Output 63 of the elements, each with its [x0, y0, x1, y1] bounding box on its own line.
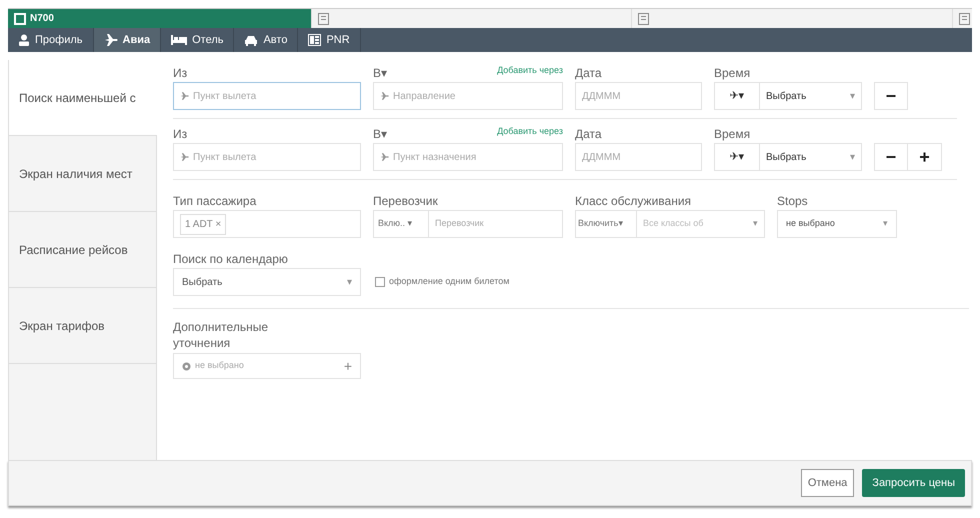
nav-tab[interactable]: Авто — [234, 28, 298, 52]
badge-icon — [14, 12, 26, 24]
sidebar-item[interactable]: Экран наличия мест — [9, 136, 157, 212]
field-label: В▾ — [373, 65, 388, 82]
mode-dropdown[interactable]: ✈▾ — [714, 143, 760, 171]
window-tab[interactable]: N700 — [8, 9, 311, 28]
plane-icon — [180, 92, 189, 100]
field-label: Поиск по календарю — [173, 251, 289, 268]
cancel-button[interactable]: Отмена — [800, 469, 854, 497]
field-label: Stops — [777, 193, 809, 210]
time-dropdown[interactable]: Выбрать ▾ — [760, 143, 862, 171]
plane-icon — [104, 34, 118, 46]
gear-icon — [182, 362, 191, 370]
caret-icon: ▾ — [850, 150, 855, 164]
input-field[interactable]: 1 ADT × — [173, 210, 361, 238]
request-button[interactable]: Запросить цены — [862, 469, 965, 497]
document-icon — [318, 12, 329, 24]
time-dropdown[interactable]: Выбрать ▾ — [760, 82, 862, 110]
checkbox-label: оформление одним билетом — [389, 275, 510, 288]
plane-icon — [380, 92, 389, 100]
user-icon — [18, 34, 30, 46]
nav-tab[interactable]: Авиа — [94, 28, 162, 52]
add-button[interactable]: + — [908, 143, 942, 171]
document-icon — [638, 12, 650, 24]
caret-icon: ▾ — [753, 217, 758, 231]
nav-tab[interactable]: Отель — [161, 28, 234, 52]
field-label: Тип пассажира — [173, 193, 258, 210]
window-tab[interactable] — [952, 9, 972, 28]
field-label: Из — [173, 126, 188, 143]
mode-dropdown[interactable]: ✈▾ — [714, 82, 760, 110]
checkbox[interactable] — [375, 277, 385, 287]
add-via-link[interactable]: Добавить через — [497, 125, 563, 143]
field-label: В▾ — [373, 126, 388, 143]
add-via-link[interactable]: Добавить через — [497, 64, 563, 82]
plane-icon — [380, 153, 389, 161]
document-icon — [308, 34, 322, 46]
calendar-dropdown[interactable]: Выбрать ▾ — [173, 268, 361, 296]
plus-icon: + — [344, 356, 352, 376]
caret-icon: ▾ — [347, 274, 352, 290]
nav-tab[interactable]: PNR — [298, 28, 361, 52]
sidebar-item[interactable]: Расписание рейсов — [9, 212, 157, 288]
remove-button[interactable]: − — [874, 143, 908, 171]
caret-icon: ▾ — [850, 88, 855, 104]
mode-dropdown[interactable]: Вклю.. ▾ — [373, 210, 429, 238]
field-label: Перевозчик — [373, 193, 439, 210]
plane-icon — [180, 153, 189, 161]
field-label: Дополнительные уточнения — [173, 319, 269, 351]
caret-icon: ▾ — [883, 217, 888, 231]
car-icon — [244, 34, 258, 46]
field-label: Из — [173, 65, 188, 82]
passenger-chip[interactable]: 1 ADT × — [180, 214, 226, 234]
mode-dropdown[interactable]: Включить▾ — [575, 210, 637, 238]
stops-dropdown[interactable]: не выбрано ▾ — [777, 210, 897, 238]
bed-icon — [171, 35, 188, 45]
field-label: Время — [714, 65, 752, 82]
field-label: Время — [714, 126, 752, 143]
field-label: Дата — [575, 126, 603, 143]
document-icon — [959, 12, 970, 24]
field-label: Дата — [575, 65, 603, 82]
sidebar-item[interactable]: Экран тарифов — [9, 288, 157, 364]
input-field[interactable]: не выбрано + — [173, 353, 361, 379]
field-label: Класс обслуживания — [575, 193, 692, 210]
remove-button[interactable]: − — [874, 82, 908, 110]
